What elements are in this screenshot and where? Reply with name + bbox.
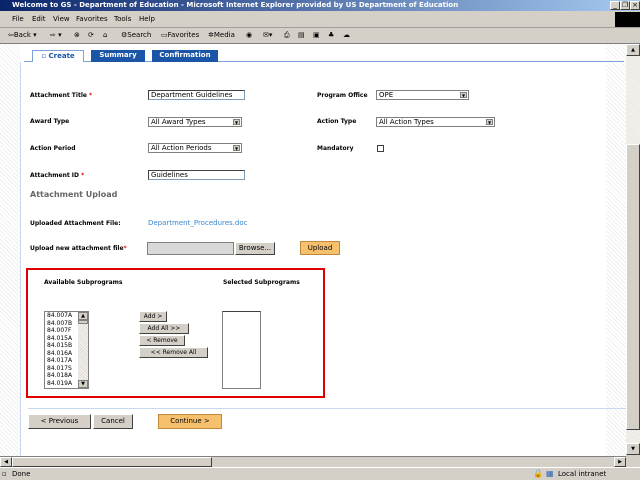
action-type-select[interactable]: All Action Types ▼ — [376, 117, 495, 127]
add-all-button[interactable]: Add All >> — [139, 323, 189, 334]
toolbar: ⇦Back ▾ ⇨ ▾ ⊗ ⟳ ⌂ ⚙Search ▭Favorites ✲Me… — [0, 28, 640, 44]
title-bar: Welcome to GS - Department of Education … — [0, 0, 640, 11]
mail-icon[interactable]: ✉▾ — [263, 31, 272, 39]
scroll-down-icon[interactable]: ▼ — [78, 380, 88, 388]
add-button[interactable]: Add > — [139, 311, 167, 322]
scroll-thumb[interactable] — [78, 320, 88, 324]
mandatory-label: Mandatory — [317, 145, 354, 152]
scroll-right-icon[interactable]: ▶ — [614, 457, 626, 467]
uploaded-file-label: Uploaded Attachment File: — [30, 220, 121, 227]
program-office-select[interactable]: OPE ▼ — [376, 90, 469, 100]
uploaded-file-link[interactable]: Department_Procedures.doc — [148, 219, 247, 227]
stop-icon[interactable]: ⊗ — [74, 31, 80, 39]
action-type-label: Action Type — [317, 118, 357, 125]
messenger-icon[interactable]: ♣ — [328, 31, 334, 39]
tab-summary[interactable]: Summary — [91, 50, 145, 62]
selected-subprograms-list[interactable] — [222, 311, 261, 389]
search-button[interactable]: ⚙Search — [121, 31, 151, 39]
menu-favorites[interactable]: Favorites — [76, 15, 108, 23]
scroll-thumb[interactable] — [12, 457, 212, 467]
intranet-icon: ▦ — [546, 469, 554, 478]
chevron-down-icon: ▼ — [486, 119, 493, 125]
favorites-button[interactable]: ▭Favorites — [161, 31, 199, 39]
upload-button[interactable]: Upload — [300, 241, 340, 255]
close-button[interactable]: × — [630, 1, 640, 10]
remove-all-button[interactable]: << Remove All — [139, 347, 208, 358]
restore-button[interactable]: ❐ — [620, 1, 630, 10]
tab-create[interactable]: ▫ Create — [32, 50, 84, 62]
discuss-icon[interactable]: ▣ — [313, 31, 320, 39]
divider — [28, 408, 626, 409]
upload-file-input[interactable] — [147, 242, 234, 255]
menu-bar: File Edit View Favorites Tools Help — [0, 11, 640, 28]
back-button[interactable]: ⇦Back ▾ — [8, 31, 37, 39]
status-text: Done — [12, 470, 31, 478]
remove-button[interactable]: < Remove — [139, 335, 185, 346]
award-type-select[interactable]: All Award Types ▼ — [148, 117, 242, 127]
attachment-id-input[interactable]: Guidelines — [148, 170, 245, 180]
continue-button[interactable]: Continue > — [158, 414, 222, 429]
edit-icon[interactable]: ▤ — [298, 31, 305, 39]
lock-icon: 🔒 — [533, 469, 543, 478]
history-icon[interactable]: ◉ — [246, 31, 252, 39]
home-icon[interactable]: ⌂ — [103, 31, 107, 39]
zone-text: Local intranet — [558, 470, 607, 478]
attachment-id-label: Attachment ID * — [30, 172, 85, 179]
selected-subprograms-label: Selected Subprograms — [223, 279, 300, 286]
minimize-button[interactable]: _ — [610, 1, 620, 10]
scroll-down-icon[interactable]: ▼ — [626, 443, 640, 455]
scroll-left-icon[interactable]: ◀ — [0, 457, 12, 467]
horizontal-scrollbar[interactable]: ◀ ▶ — [0, 456, 626, 467]
ie-page-icon: ▫ — [2, 470, 7, 478]
previous-button[interactable]: < Previous — [28, 414, 91, 429]
available-subprograms-label: Available Subprograms — [44, 279, 123, 286]
forward-button[interactable]: ⇨ ▾ — [50, 31, 62, 39]
upload-new-label: Upload new attachment file* — [30, 245, 127, 252]
award-type-label: Award Type — [30, 118, 70, 125]
action-period-label: Action Period — [30, 145, 76, 152]
scroll-up-icon[interactable]: ▲ — [626, 44, 640, 56]
content-border — [20, 62, 21, 456]
attachment-title-label: Attachment Title * — [30, 92, 93, 99]
refresh-icon[interactable]: ⟳ — [88, 31, 94, 39]
windows-logo-icon — [615, 12, 640, 27]
menu-file[interactable]: File — [12, 15, 24, 23]
mandatory-checkbox[interactable] — [377, 145, 384, 152]
status-bar: ▫ Done 🔒 ▦ Local intranet — [0, 467, 640, 480]
chevron-down-icon: ▼ — [233, 145, 240, 151]
media-button[interactable]: ✲Media — [208, 31, 235, 39]
chevron-down-icon: ▼ — [460, 92, 467, 98]
attachment-title-input[interactable]: Department Guidelines — [148, 90, 245, 100]
research-icon[interactable]: ☁ — [343, 31, 350, 39]
browse-button[interactable]: Browse... — [235, 242, 275, 255]
tab-confirmation[interactable]: Confirmation — [152, 50, 218, 62]
print-icon[interactable]: ⎙ — [284, 31, 290, 40]
page-margin-right — [606, 44, 626, 456]
action-period-select[interactable]: All Action Periods ▼ — [148, 143, 242, 153]
vertical-scrollbar[interactable]: ▲ ▼ — [626, 44, 640, 455]
program-office-label: Program Office — [317, 92, 368, 99]
scroll-thumb[interactable] — [626, 144, 640, 430]
menu-tools[interactable]: Tools — [114, 15, 131, 23]
page-margin-left — [0, 44, 20, 456]
window-title: Welcome to GS - Department of Education … — [12, 1, 459, 9]
menu-view[interactable]: View — [53, 15, 70, 23]
chevron-down-icon: ▼ — [233, 119, 240, 125]
menu-help[interactable]: Help — [139, 15, 155, 23]
cancel-button[interactable]: Cancel — [93, 414, 133, 429]
attachment-upload-heading: Attachment Upload — [30, 190, 118, 199]
menu-edit[interactable]: Edit — [32, 15, 46, 23]
list-scrollbar[interactable]: ▲ ▼ — [78, 312, 88, 388]
scroll-up-icon[interactable]: ▲ — [78, 312, 88, 320]
